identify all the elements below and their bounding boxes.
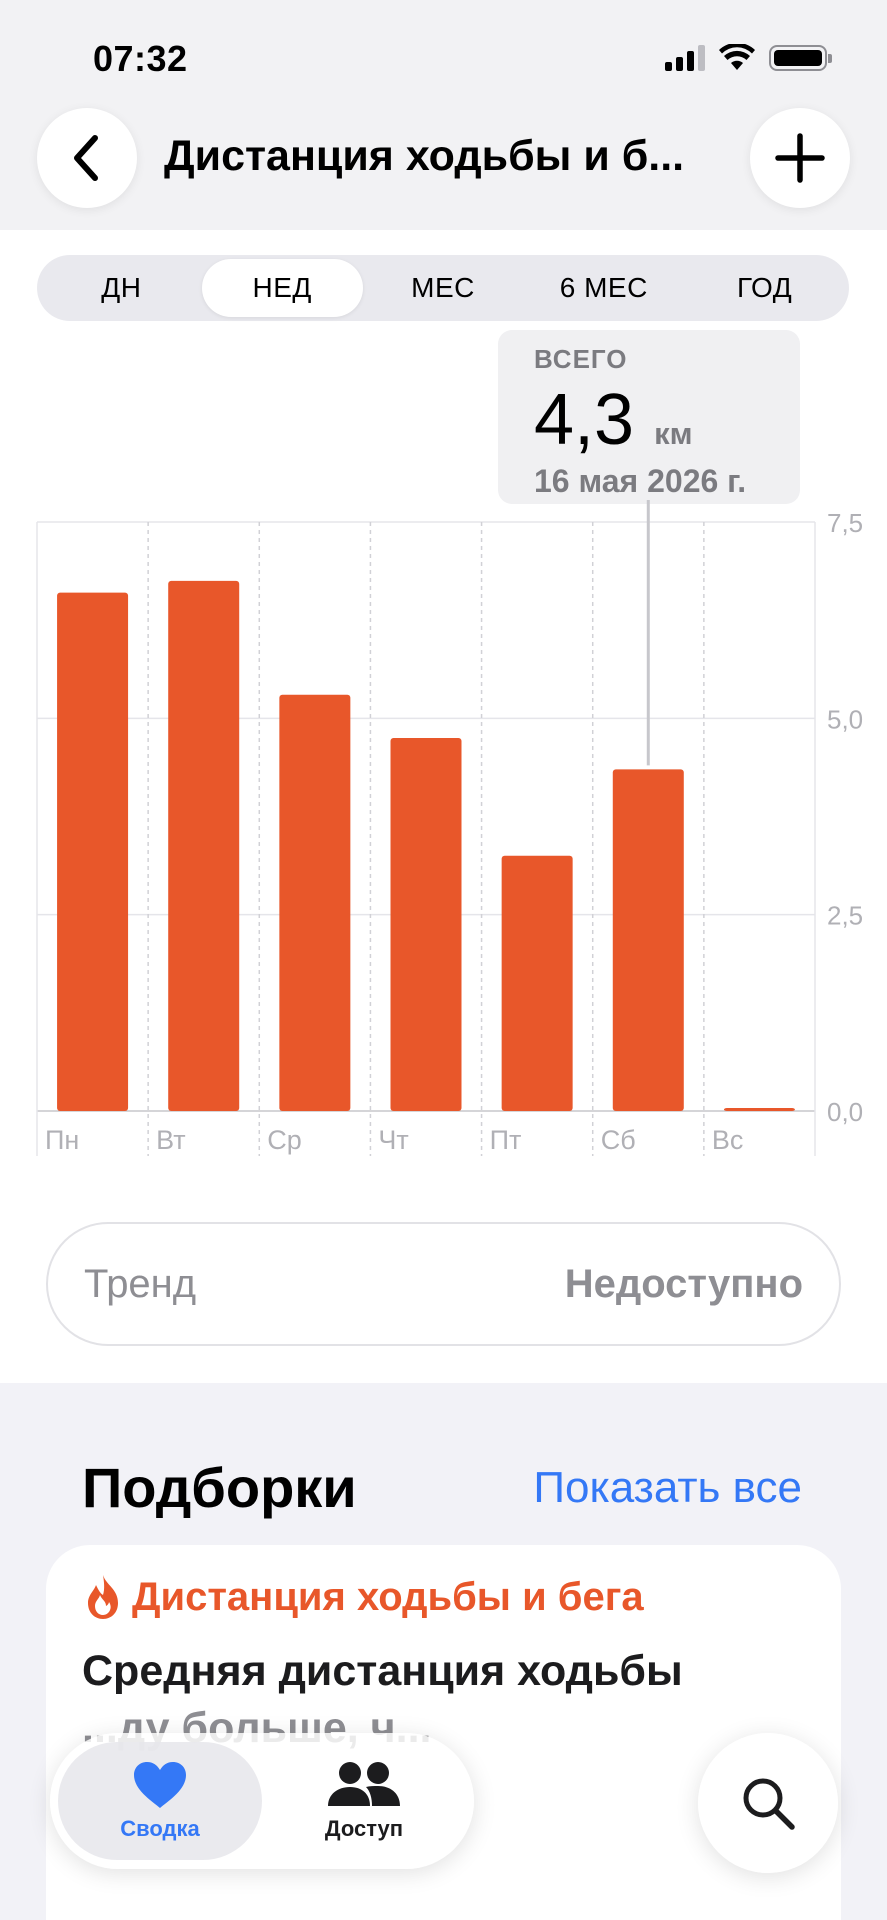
header xyxy=(0,0,887,230)
page-title: Дистанция ходьбы и б... xyxy=(164,132,685,180)
highlight-category: Дистанция ходьбы и бега xyxy=(132,1574,644,1619)
tab-summary[interactable]: Сводка xyxy=(58,1742,262,1860)
trend-label: Тренд xyxy=(84,1261,197,1306)
y-tick-label: 7,5 xyxy=(827,508,863,538)
highlights-title: Подборки xyxy=(82,1456,357,1519)
wifi-icon xyxy=(719,44,755,70)
bar-Вс xyxy=(723,1108,795,1111)
x-tick-label: Ср xyxy=(267,1125,302,1155)
tab-sharing[interactable]: Доступ xyxy=(262,1742,466,1860)
x-tick-label: Вс xyxy=(712,1125,744,1155)
search-button[interactable] xyxy=(698,1733,838,1873)
battery-icon xyxy=(769,45,832,71)
people-icon xyxy=(328,1762,400,1806)
period-week[interactable]: НЕД xyxy=(201,259,363,317)
x-tick-label: Вт xyxy=(156,1125,185,1155)
y-tick-label: 0,0 xyxy=(827,1097,863,1127)
y-tick-label: 5,0 xyxy=(827,704,863,734)
y-tick-label: 2,5 xyxy=(827,901,863,931)
bar-Пт xyxy=(501,855,573,1111)
total-unit: км xyxy=(654,416,693,451)
back-button[interactable] xyxy=(37,108,137,208)
plus-icon xyxy=(775,133,825,183)
status-icons xyxy=(665,44,832,72)
x-tick-label: Сб xyxy=(601,1125,636,1155)
bar-Вт xyxy=(168,580,240,1111)
x-tick-label: Пн xyxy=(45,1125,79,1155)
highlight-text-line1: Средняя дистанция ходьбы xyxy=(82,1647,683,1695)
selection-tooltip: ВСЕГО 4,3 км 16 мая 2026 г. xyxy=(498,330,800,504)
heart-icon xyxy=(134,1762,186,1808)
bar-Ср xyxy=(279,694,351,1111)
x-tick-label: Пт xyxy=(490,1125,522,1155)
selection-date: 16 мая 2026 г. xyxy=(534,463,747,499)
period-6-months[interactable]: 6 МЕС xyxy=(523,259,684,317)
tab-bar: Сводка Доступ xyxy=(50,1733,474,1869)
show-all-link[interactable]: Показать все xyxy=(533,1463,802,1513)
bar-Чт xyxy=(390,737,462,1111)
search-icon xyxy=(743,1778,795,1830)
cellular-signal-icon xyxy=(665,45,705,71)
tab-summary-label: Сводка xyxy=(120,1816,200,1841)
period-day[interactable]: ДН xyxy=(41,259,202,317)
bar-Пн xyxy=(57,592,129,1111)
period-selector: ДН НЕД МЕС 6 МЕС ГОД xyxy=(37,255,849,321)
status-time: 07:32 xyxy=(93,38,188,79)
period-month[interactable]: МЕС xyxy=(363,259,524,317)
distance-bar-chart[interactable]: 0,0 2,5 5,0 7,5 Пн Вт Ср Чт Пт Сб Вс xyxy=(0,500,887,1160)
trend-card[interactable]: Тренд Недоступно xyxy=(46,1222,841,1346)
add-data-button[interactable] xyxy=(750,108,850,208)
tab-sharing-label: Доступ xyxy=(324,1816,404,1841)
chevron-left-icon xyxy=(74,135,98,181)
flame-icon xyxy=(88,1575,118,1619)
total-label: ВСЕГО xyxy=(534,344,628,374)
trend-value: Недоступно xyxy=(564,1261,803,1306)
total-value: 4,3 xyxy=(534,380,635,460)
period-year[interactable]: ГОД xyxy=(684,259,845,317)
x-tick-label: Чт xyxy=(378,1125,408,1155)
bar-Сб xyxy=(612,769,684,1111)
